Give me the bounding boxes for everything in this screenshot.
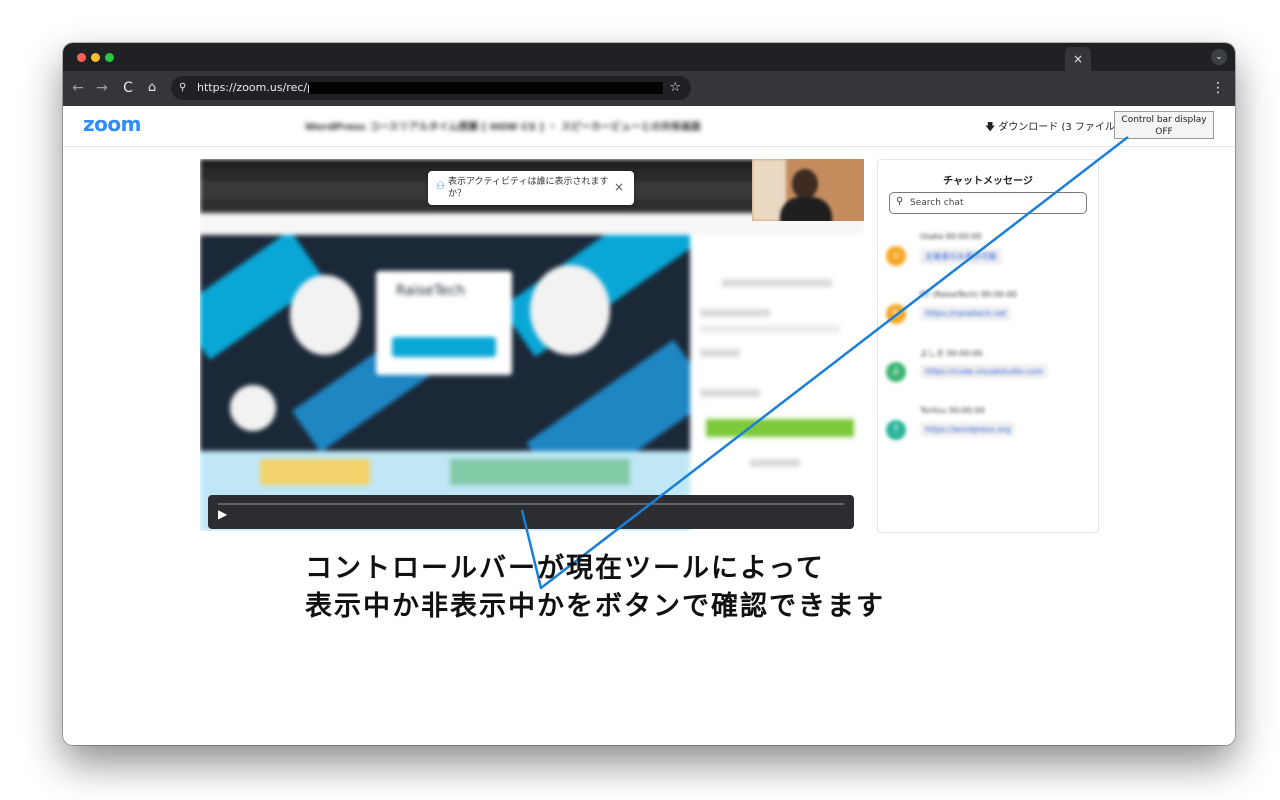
annotation-line-1: コントロールバーが現在ツールによって <box>305 553 825 584</box>
annotation-caption: コントロールバーが現在ツールによって 表示中か非表示中かをボタンで確認できます <box>305 550 885 626</box>
annotation-arrow <box>520 136 1129 590</box>
annotation-line-2: 表示中か非表示中かをボタンで確認できます <box>305 591 885 622</box>
